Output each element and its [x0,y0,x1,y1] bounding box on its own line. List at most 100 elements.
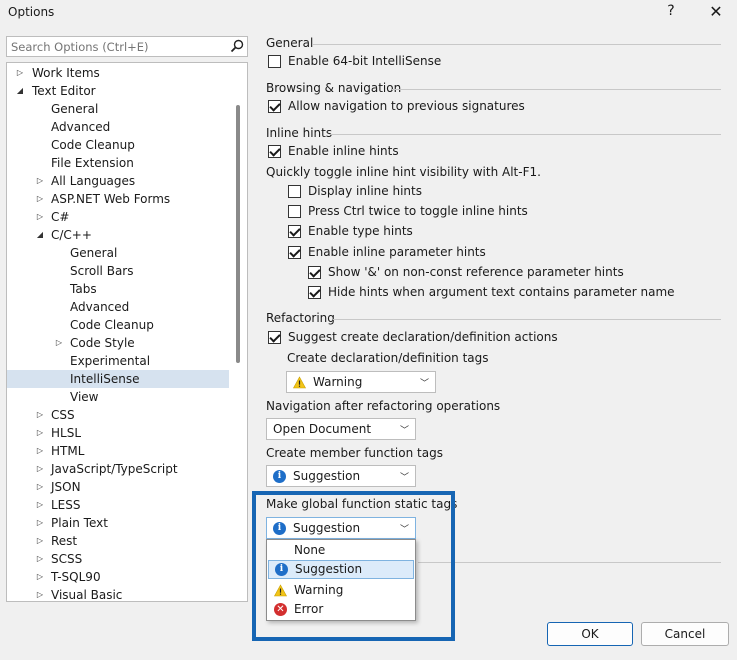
tree-scrollbar[interactable] [236,105,240,363]
tree-item[interactable]: General [7,244,229,262]
tree-item[interactable]: ▷ HTML [7,442,229,460]
tree-item[interactable]: Tabs [7,280,229,298]
tree-item-label: Text Editor [32,84,96,98]
collapsed-arrow-icon[interactable]: ▷ [35,190,45,208]
tree-item-label: IntelliSense [70,372,140,386]
member-function-tags-combo[interactable]: i Suggestion ﹀ [266,465,416,487]
collapsed-arrow-icon[interactable]: ▷ [35,442,45,460]
checkbox-box[interactable] [268,100,281,113]
collapsed-arrow-icon[interactable]: ▷ [35,172,45,190]
chevron-down-icon: ﹀ [399,426,409,436]
tree-item[interactable]: Advanced [7,118,229,136]
collapsed-arrow-icon[interactable]: ▷ [35,424,45,442]
tree-item-label: JavaScript/TypeScript [51,462,178,476]
tree-item[interactable]: Code Cleanup [7,136,229,154]
collapsed-arrow-icon[interactable]: ▷ [35,208,45,226]
checkbox-box[interactable] [308,266,321,279]
collapsed-arrow-icon[interactable]: ▷ [54,334,64,352]
search-icon[interactable] [230,39,244,53]
tree-item[interactable]: File Extension [7,154,229,172]
collapsed-arrow-icon[interactable]: ▷ [35,568,45,586]
section-divider [418,562,721,563]
search-input[interactable] [7,37,222,56]
collapsed-arrow-icon[interactable]: ▷ [35,586,45,601]
tree-item[interactable]: ▷ Plain Text [7,514,229,532]
tree-item-label: Code Style [70,336,135,350]
collapsed-arrow-icon[interactable]: ▷ [35,532,45,550]
checkbox-box[interactable] [288,225,301,238]
tree-item-label: All Languages [51,174,136,188]
checkbox-label: Enable inline parameter hints [308,245,486,259]
tree-item-label: Experimental [70,354,151,368]
chevron-down-icon: ﹀ [419,379,429,389]
expanded-arrow-icon[interactable]: ◢ [35,226,45,244]
collapsed-arrow-icon[interactable]: ▷ [35,514,45,532]
tree-item[interactable]: ▷ T-SQL90 [7,568,229,586]
section-divider [333,319,721,320]
tree-item-label: Tabs [70,282,97,296]
checkbox-box[interactable] [268,145,281,158]
checkbox-box[interactable] [268,331,281,344]
declaration-tags-combo[interactable]: Warning ﹀ [286,371,436,393]
tree-item[interactable]: ▷ HLSL [7,424,229,442]
tree-item[interactable]: General [7,100,229,118]
tree-item-label: Visual Basic [51,588,123,602]
search-box[interactable] [6,36,248,57]
tree-item-label: Code Cleanup [51,138,135,152]
tree-item-label: LESS [51,498,81,512]
tree-item-label: Code Cleanup [70,318,154,332]
checkbox-box[interactable] [268,55,281,68]
checkbox-box[interactable] [308,286,321,299]
tree-item[interactable]: ◢ Text Editor [7,82,229,100]
section-header-inline-hints: Inline hints [266,126,333,140]
tree-item[interactable]: ▷ CSS [7,406,229,424]
checkbox-label: Allow navigation to previous signatures [288,99,525,113]
tree-item[interactable]: Scroll Bars [7,262,229,280]
collapsed-arrow-icon[interactable]: ▷ [35,478,45,496]
tree-item[interactable]: IntelliSense [7,370,229,388]
tree-item-label: File Extension [51,156,134,170]
collapsed-arrow-icon[interactable]: ▷ [35,460,45,478]
collapsed-arrow-icon[interactable]: ▷ [35,406,45,424]
collapsed-arrow-icon[interactable]: ▷ [15,64,25,82]
close-icon[interactable]: ✕ [706,2,726,21]
tree-item-label: C/C++ [51,228,92,242]
collapsed-arrow-icon[interactable]: ▷ [35,496,45,514]
checkbox-label: Enable type hints [308,224,413,238]
tree-item-label: View [70,390,99,404]
tree-item[interactable]: ▷ JSON [7,478,229,496]
tree-item-label: HTML [51,444,85,458]
tree-item[interactable]: ▷ JavaScript/TypeScript [7,460,229,478]
navigation-after-combo[interactable]: Open Document ﹀ [266,418,416,440]
tree-item[interactable]: View [7,388,229,406]
tree-item[interactable]: ▷ Code Style [7,334,229,352]
tree-item[interactable]: Code Cleanup [7,316,229,334]
ok-button[interactable]: OK [547,622,633,646]
checkbox-box[interactable] [288,246,301,259]
collapsed-arrow-icon[interactable]: ▷ [35,550,45,568]
tree-item[interactable]: ▷ Work Items [7,64,229,82]
tree-item[interactable]: ▷ Visual Basic [7,586,229,602]
cancel-button[interactable]: Cancel [641,622,729,646]
combo-value: Warning [313,375,363,389]
checkbox-box[interactable] [288,205,301,218]
tree-item-label: T-SQL90 [51,570,101,584]
expanded-arrow-icon[interactable]: ◢ [15,82,25,100]
chevron-down-icon: ﹀ [399,473,409,483]
tree-item-label: Rest [51,534,78,548]
section-divider [312,44,721,45]
tree-item[interactable]: ▷ All Languages [7,172,229,190]
tree-item[interactable]: Advanced [7,298,229,316]
tree-item[interactable]: ▷ LESS [7,496,229,514]
tree-item[interactable]: ▷ ASP.NET Web Forms [7,190,229,208]
tree-item[interactable]: ◢ C/C++ [7,226,229,244]
tree-item[interactable]: ▷ C# [7,208,229,226]
tree-item[interactable]: Experimental [7,352,229,370]
tree-item[interactable]: ▷ SCSS [7,550,229,568]
tree-item[interactable]: ▷ Rest [7,532,229,550]
tree-item-label: General [70,246,118,260]
checkbox-box[interactable] [288,185,301,198]
tree-item-label: JSON [51,480,81,494]
tree-item-label: Plain Text [51,516,108,530]
help-icon[interactable]: ? [664,3,678,19]
